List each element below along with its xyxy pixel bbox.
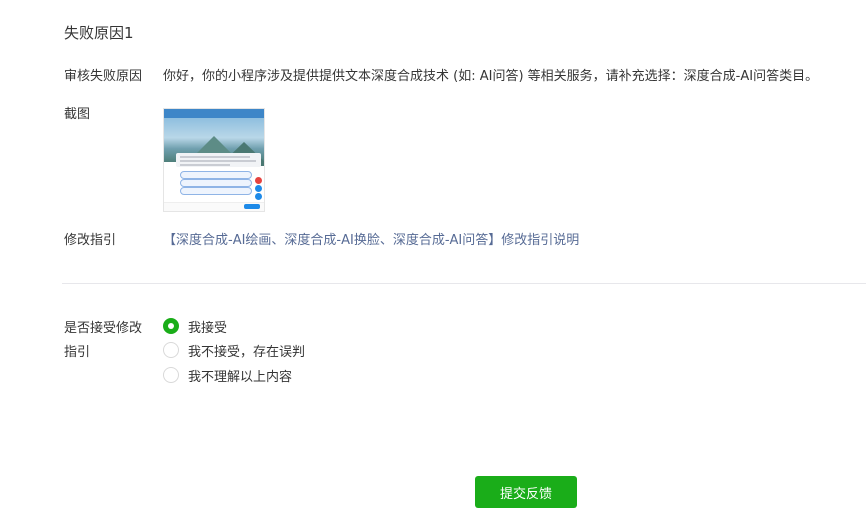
radio-accept[interactable]: 我接受 — [163, 316, 323, 336]
radio-reject-label: 我不接受，存在误判 — [188, 344, 306, 360]
radio-unchecked-icon — [163, 342, 179, 358]
screenshot-label: 截图 — [64, 107, 91, 122]
accept-label: 是否接受修改 指引 — [64, 317, 142, 365]
thumbnail-blue-dot — [255, 185, 262, 192]
radio-reject-misjudged[interactable]: 我不接受，存在误判 — [163, 340, 323, 360]
submit-feedback-button[interactable]: 提交反馈 — [475, 476, 577, 508]
thumbnail-send-button — [244, 204, 260, 209]
guide-label: 修改指引 — [64, 233, 117, 248]
accept-label-line1: 是否接受修改 — [64, 321, 143, 336]
thumbnail-message-card — [176, 153, 261, 167]
screenshot-thumbnail[interactable] — [163, 108, 265, 212]
thumbnail-suggestion — [180, 179, 252, 187]
thumbnail-suggestion — [180, 187, 252, 195]
radio-not-understand-label: 我不理解以上内容 — [188, 369, 293, 385]
fail-reason-label: 审核失败原因 — [64, 69, 143, 84]
fail-reason-text: 你好，你的小程序涉及提供提供文本深度合成技术 (如: AI问答) 等相关服务，请… — [163, 69, 819, 84]
radio-accept-label: 我接受 — [188, 320, 228, 336]
radio-checked-icon — [163, 318, 179, 334]
guide-link[interactable]: 【深度合成-AI绘画、深度合成-AI换脸、深度合成-AI问答】修改指引说明 — [163, 229, 579, 248]
thumbnail-blue-dot — [255, 193, 262, 200]
divider — [62, 283, 866, 284]
radio-unchecked-icon — [163, 367, 179, 383]
section-title: 失败原因1 — [64, 24, 134, 42]
thumbnail-red-dot — [255, 177, 262, 184]
radio-not-understand[interactable]: 我不理解以上内容 — [163, 365, 323, 385]
accept-label-line2: 指引 — [64, 345, 91, 360]
thumbnail-title-bar — [164, 109, 264, 118]
thumbnail-suggestion — [180, 171, 252, 179]
